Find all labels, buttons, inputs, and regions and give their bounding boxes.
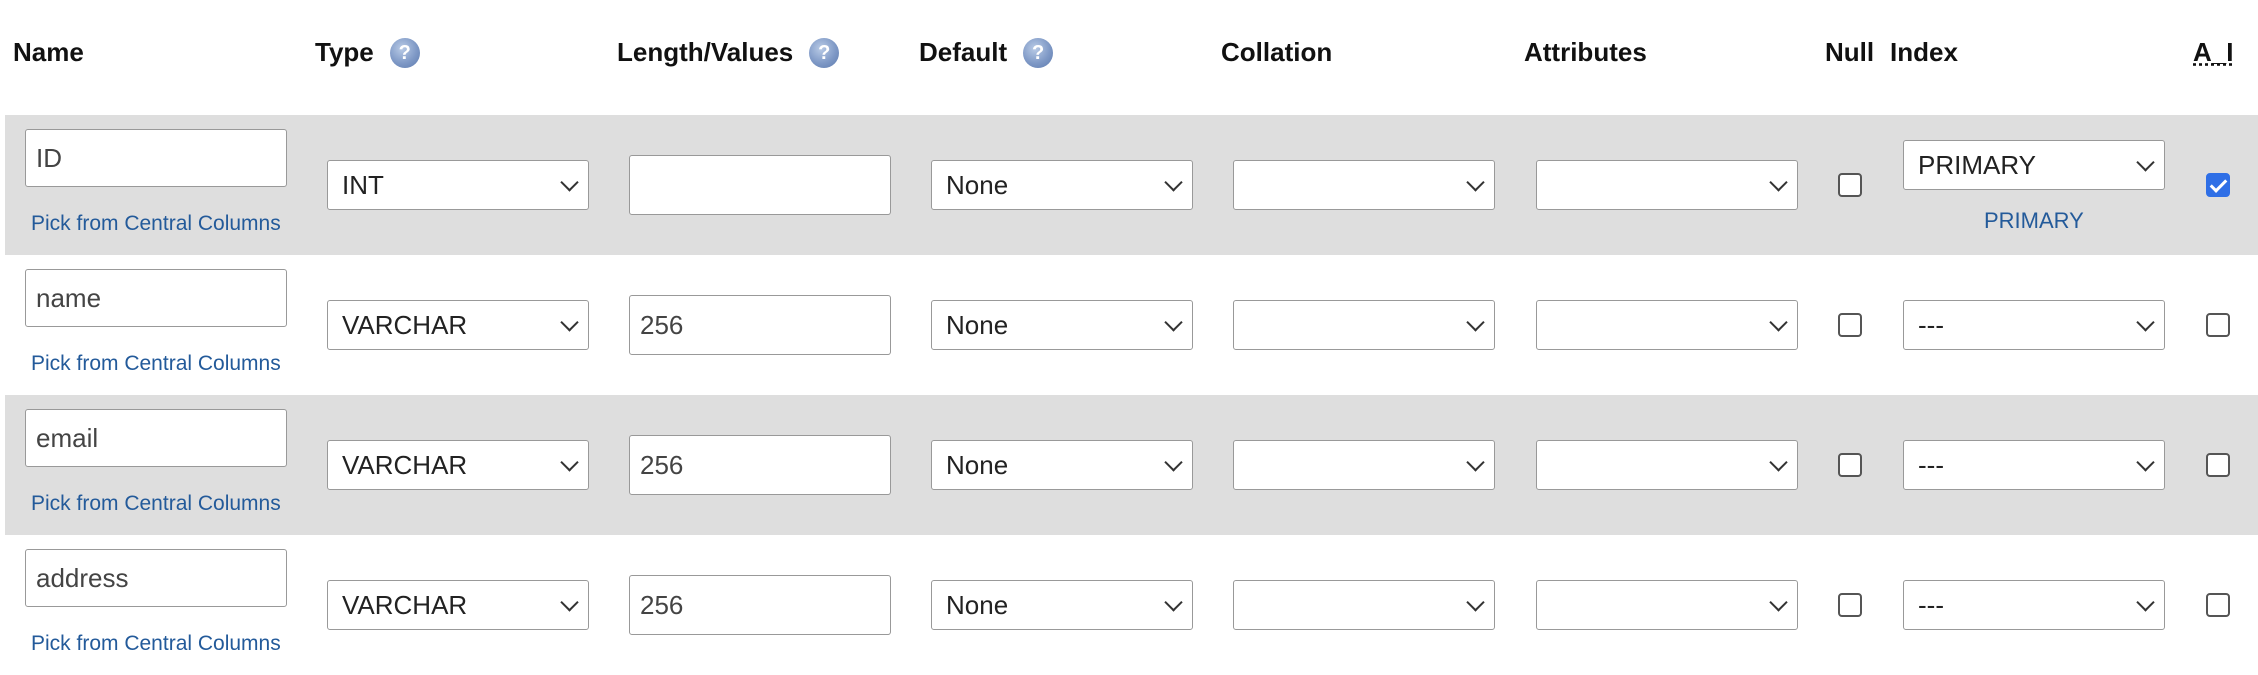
attributes-select[interactable] [1536,160,1798,210]
pick-central-columns-link[interactable]: Pick from Central Columns [31,492,281,516]
collation-select[interactable] [1233,160,1495,210]
header-ai-label: A_I [2193,37,2234,67]
chevron-down-icon [1466,173,1485,192]
default-select[interactable]: None [931,160,1193,210]
default-select[interactable]: None [931,580,1193,630]
type-select[interactable]: INT [327,160,589,210]
chevron-down-icon [1466,313,1485,332]
help-icon[interactable]: ? [809,37,840,68]
collation-select[interactable] [1233,440,1495,490]
header-index: Index [1890,37,1958,68]
type-select-value: VARCHAR [342,309,468,340]
type-select-value: INT [342,169,384,200]
auto-increment-checkbox[interactable] [2206,593,2230,617]
index-select-value: --- [1918,449,1944,480]
chevron-down-icon [1769,313,1788,332]
type-select-value: VARCHAR [342,449,468,480]
index-select[interactable]: --- [1903,300,2165,350]
header-auto-increment: A_I [2193,37,2233,68]
default-select-value: None [946,589,1009,620]
chevron-down-icon [1164,593,1183,612]
null-checkbox[interactable] [1838,593,1862,617]
index-select-value: --- [1918,589,1944,620]
attributes-select[interactable] [1536,580,1798,630]
default-select-value: None [946,309,1009,340]
header-null: Null [1825,37,1874,68]
help-icon[interactable]: ? [389,37,420,68]
index-select[interactable]: --- [1903,580,2165,630]
default-select-value: None [946,169,1009,200]
pick-central-columns-link[interactable]: Pick from Central Columns [31,212,281,236]
header-name-label: Name [13,37,84,67]
chevron-down-icon [1164,453,1183,472]
index-type-label: PRIMARY [1984,208,2084,233]
header-index-label: Index [1890,37,1958,67]
type-select[interactable]: VARCHAR [327,580,589,630]
chevron-down-icon [560,313,579,332]
table-row: email Pick from Central Columns VARCHAR 256… [5,395,2258,535]
chevron-down-icon [1466,593,1485,612]
length-values-input[interactable]: 256 [629,435,891,495]
type-select[interactable]: VARCHAR [327,440,589,490]
index-select[interactable]: PRIMARY [1903,140,2165,190]
chevron-down-icon [2136,453,2155,472]
pick-central-columns-link[interactable]: Pick from Central Columns [31,352,281,376]
header-default: Default? [919,37,1054,68]
column-name-input[interactable]: address [25,549,287,607]
collation-select[interactable] [1233,300,1495,350]
length-values-input[interactable]: 256 [629,575,891,635]
chevron-down-icon [1164,313,1183,332]
header-default-label: Default [919,37,1008,67]
help-icon[interactable]: ? [1023,37,1054,68]
header-attributes-label: Attributes [1524,37,1647,67]
header-length-label: Length/Values [617,37,794,67]
length-values-input[interactable] [629,155,891,215]
table-row: address Pick from Central Columns VARCHAR 2… [5,535,2258,675]
header-collation: Collation [1221,37,1332,68]
column-name-input[interactable]: name [25,269,287,327]
length-values-input[interactable]: 256 [629,295,891,355]
index-select-value: PRIMARY [1918,149,2036,180]
column-header-row: Name Type? Length/Values? Default? Colla… [0,0,2258,115]
chevron-down-icon [1769,173,1788,192]
auto-increment-checkbox[interactable] [2206,313,2230,337]
default-select[interactable]: None [931,300,1193,350]
null-checkbox[interactable] [1838,453,1862,477]
chevron-down-icon [1769,453,1788,472]
chevron-down-icon [560,173,579,192]
column-name-input[interactable]: ID [25,129,287,187]
auto-increment-checkbox[interactable] [2206,453,2230,477]
index-select[interactable]: --- [1903,440,2165,490]
type-select-value: VARCHAR [342,589,468,620]
header-attributes: Attributes [1524,37,1647,68]
default-select-value: None [946,449,1009,480]
null-checkbox[interactable] [1838,313,1862,337]
collation-select[interactable] [1233,580,1495,630]
chevron-down-icon [560,453,579,472]
type-select[interactable]: VARCHAR [327,300,589,350]
chevron-down-icon [2136,593,2155,612]
index-select-value: --- [1918,309,1944,340]
column-name-input[interactable]: email [25,409,287,467]
header-null-label: Null [1825,37,1875,67]
pick-central-columns-link[interactable]: Pick from Central Columns [31,632,281,656]
attributes-select[interactable] [1536,440,1798,490]
chevron-down-icon [560,593,579,612]
attributes-select[interactable] [1536,300,1798,350]
auto-increment-checkbox[interactable] [2206,173,2230,197]
header-name: Name [13,37,84,68]
chevron-down-icon [2136,313,2155,332]
table-row: ID Pick from Central Columns INT None PRIMAR… [5,115,2258,255]
header-collation-label: Collation [1221,37,1333,67]
null-checkbox[interactable] [1838,173,1862,197]
chevron-down-icon [1164,173,1183,192]
default-select[interactable]: None [931,440,1193,490]
chevron-down-icon [1769,593,1788,612]
chevron-down-icon [1466,453,1485,472]
chevron-down-icon [2136,153,2155,172]
header-type-label: Type [315,37,374,67]
header-length-values: Length/Values? [617,37,840,68]
header-type: Type? [315,37,420,68]
table-row: name Pick from Central Columns VARCHAR 256 N… [5,255,2258,395]
